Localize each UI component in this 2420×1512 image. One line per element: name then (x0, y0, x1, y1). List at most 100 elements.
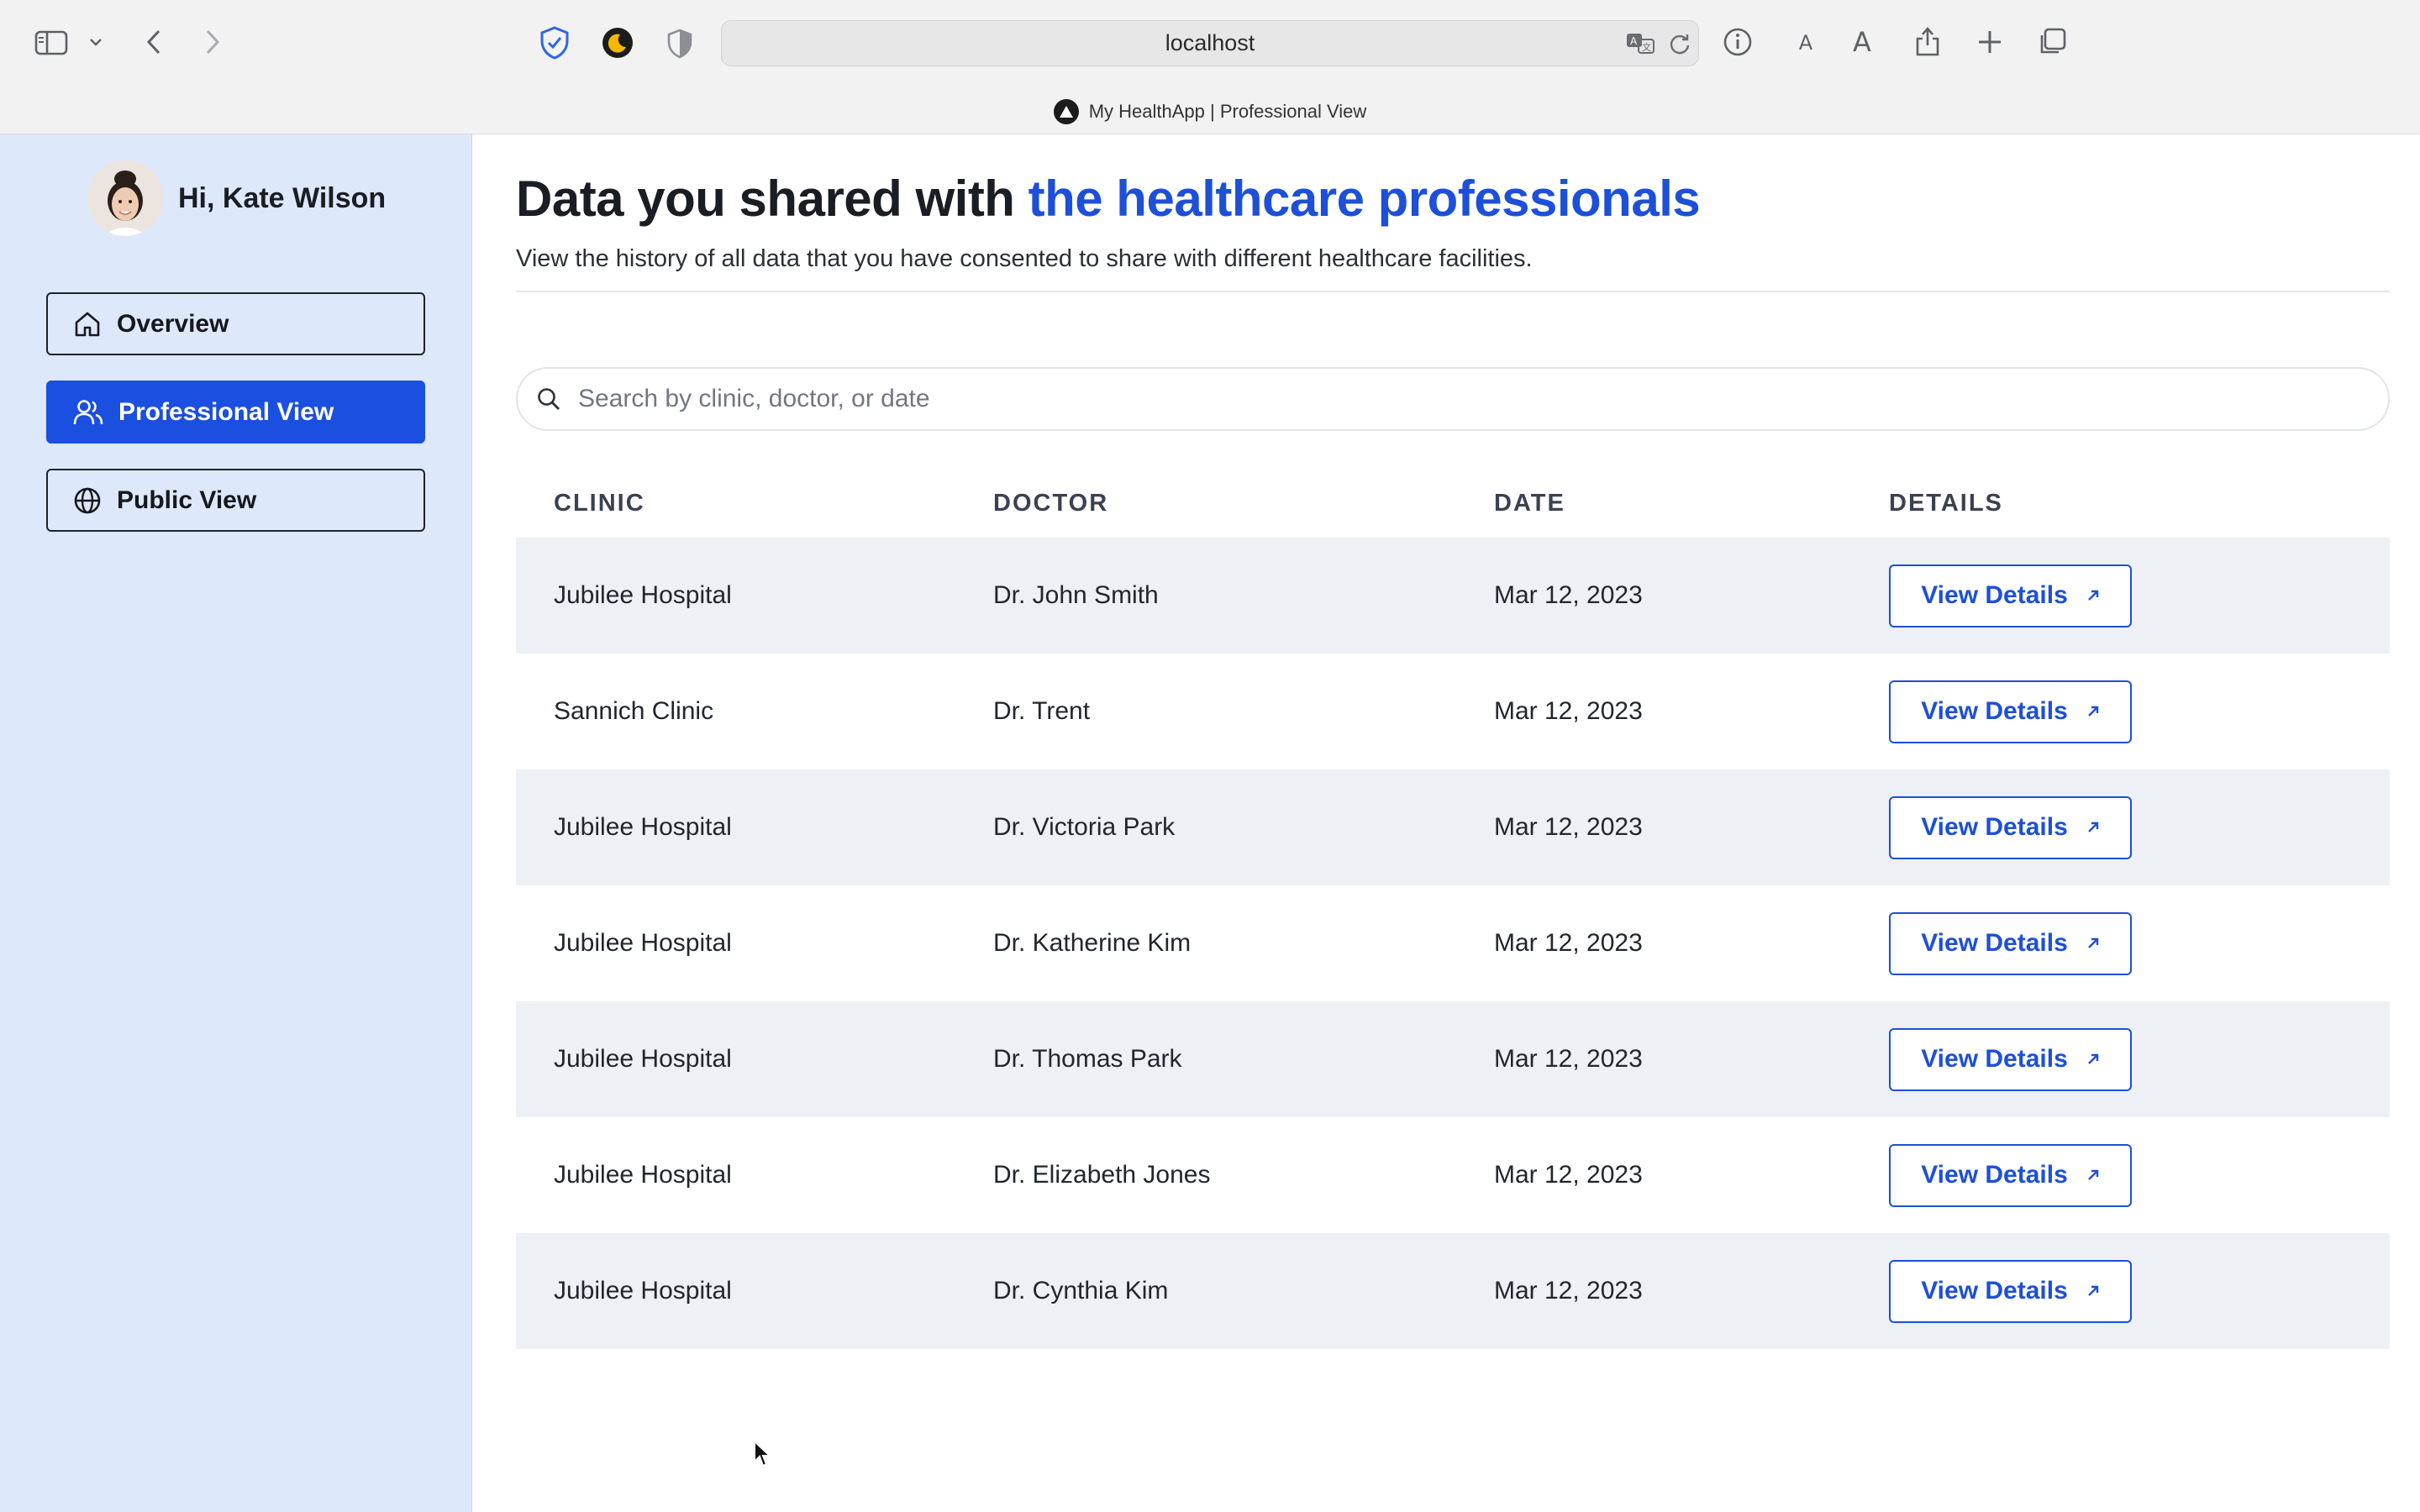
header-clinic[interactable]: CLINIC (516, 490, 955, 517)
dark-mode-icon[interactable] (601, 26, 634, 60)
search-icon (538, 388, 560, 410)
table-header: CLINIC DOCTOR DATE DETAILS (516, 469, 2390, 538)
page-title-accent: the healthcare professionals (1028, 171, 1701, 227)
cell-doctor: Dr. Victoria Park (993, 813, 1176, 841)
shared-data-table: CLINIC DOCTOR DATE DETAILS Jubilee Hospi… (516, 469, 2390, 1349)
app-logo-icon (1053, 99, 1079, 124)
search-bar[interactable] (516, 367, 2390, 431)
view-details-label: View Details (1921, 1277, 2068, 1305)
main-content: Data you shared with the healthcare prof… (472, 134, 2420, 1512)
forward-icon[interactable] (198, 25, 227, 59)
cell-details: View Details (1851, 1027, 2390, 1091)
tab-title: My HealthApp | Professional View (1088, 101, 1367, 122)
shield-check-icon[interactable] (538, 25, 571, 60)
cell-date: Mar 12, 2023 (1494, 697, 1643, 725)
cell-doctor: Dr. Cynthia Kim (993, 1277, 1169, 1305)
page-subtitle: View the history of all data that you ha… (516, 245, 1533, 272)
view-details-label: View Details (1921, 929, 2068, 957)
table-row: Jubilee Hospital Dr. Victoria Park Mar 1… (516, 769, 2390, 885)
arrow-up-right-icon (2087, 1285, 2098, 1296)
cell-details: View Details (1851, 795, 2390, 859)
cell-details: View Details (1851, 911, 2390, 975)
view-details-button[interactable]: View Details (1889, 911, 2132, 975)
cell-date: Mar 12, 2023 (1494, 929, 1643, 957)
cell-clinic: Sannich Clinic (554, 697, 714, 725)
page-title-plain: Data you shared with (516, 171, 1028, 227)
user-profile: Hi, Kate Wilson (87, 160, 386, 237)
view-details-button[interactable]: View Details (1889, 564, 2132, 627)
nav-overview-label: Overview (117, 309, 229, 338)
view-details-label: View Details (1921, 813, 2068, 841)
reload-icon[interactable] (1666, 29, 1693, 58)
cell-doctor: Dr. Elizabeth Jones (993, 1161, 1211, 1189)
cell-doctor: Dr. Katherine Kim (993, 929, 1192, 957)
mouse-cursor-icon (754, 1440, 771, 1467)
cell-doctor: Dr. Trent (993, 697, 1091, 725)
url-text[interactable]: localhost (722, 21, 1698, 66)
chevron-down-icon[interactable] (86, 32, 106, 52)
cell-date: Mar 12, 2023 (1494, 1277, 1643, 1305)
view-details-label: View Details (1921, 697, 2068, 725)
cell-doctor: Dr. John Smith (993, 581, 1159, 609)
greeting: Hi, Kate Wilson (178, 181, 387, 214)
users-icon (73, 399, 103, 424)
cell-date: Mar 12, 2023 (1494, 1161, 1643, 1189)
header-details: DETAILS (1889, 489, 2003, 517)
arrow-up-right-icon (2087, 1169, 2098, 1180)
header-doctor[interactable]: DOCTOR (955, 490, 1456, 517)
tab[interactable]: My HealthApp | Professional View (0, 97, 2420, 126)
cell-date: Mar 12, 2023 (1494, 813, 1643, 841)
info-icon[interactable] (1721, 25, 1754, 59)
avatar[interactable] (87, 160, 163, 236)
share-icon[interactable] (1911, 22, 1944, 59)
arrow-up-right-icon (2087, 1053, 2098, 1064)
address-bar[interactable]: localhost A文 (721, 20, 1699, 66)
view-details-label: View Details (1921, 1045, 2068, 1073)
new-tab-icon[interactable] (1973, 25, 2007, 59)
arrow-up-right-icon (2087, 706, 2098, 717)
view-details-button[interactable]: View Details (1889, 795, 2132, 859)
view-details-button[interactable]: View Details (1889, 1259, 2132, 1323)
cell-clinic: Jubilee Hospital (554, 1277, 732, 1305)
cell-details: View Details (1851, 680, 2390, 743)
arrow-up-right-icon (2087, 822, 2098, 832)
globe-icon (74, 487, 101, 513)
nav-professional-view-label: Professional View (118, 397, 334, 426)
view-details-button[interactable]: View Details (1889, 1143, 2132, 1207)
nav-overview[interactable]: Overview (46, 292, 425, 355)
text-smaller-icon[interactable]: A (1793, 29, 1818, 57)
cell-clinic: Jubilee Hospital (554, 581, 732, 609)
view-details-button[interactable]: View Details (1889, 1027, 2132, 1091)
table-row: Jubilee Hospital Dr. Cynthia Kim Mar 12,… (516, 1233, 2390, 1349)
nav-professional-view[interactable]: Professional View (46, 381, 425, 444)
cell-clinic: Jubilee Hospital (554, 1161, 732, 1189)
table-row: Jubilee Hospital Dr. Elizabeth Jones Mar… (516, 1117, 2390, 1233)
table-row: Jubilee Hospital Dr. Katherine Kim Mar 1… (516, 885, 2390, 1001)
browser-chrome: localhost A文 A A My HealthApp | Professi… (0, 0, 2420, 134)
view-details-label: View Details (1921, 1161, 2068, 1189)
cell-details: View Details (1851, 1259, 2390, 1323)
nav-public-view[interactable]: Public View (46, 469, 425, 532)
cell-date: Mar 12, 2023 (1494, 1045, 1643, 1073)
view-details-label: View Details (1921, 581, 2068, 609)
sidebar-toggle-icon[interactable] (32, 27, 71, 59)
svg-text:文: 文 (1642, 41, 1651, 53)
cell-clinic: Jubilee Hospital (554, 1045, 732, 1073)
back-icon[interactable] (139, 25, 168, 59)
table-row: Jubilee Hospital Dr. John Smith Mar 12, … (516, 538, 2390, 654)
cell-clinic: Jubilee Hospital (554, 929, 732, 957)
privacy-shield-icon[interactable] (664, 27, 696, 60)
cell-details: View Details (1851, 1143, 2390, 1207)
header-date[interactable]: DATE (1456, 490, 1851, 517)
nav-public-view-label: Public View (117, 486, 257, 514)
translate-icon[interactable]: A文 (1624, 29, 1658, 58)
text-larger-icon[interactable]: A (1847, 25, 1877, 59)
arrow-up-right-icon (2087, 590, 2098, 601)
table-row: Sannich Clinic Dr. Trent Mar 12, 2023 Vi… (516, 654, 2390, 769)
tab-overview-icon[interactable] (2035, 25, 2069, 59)
view-details-button[interactable]: View Details (1889, 680, 2132, 743)
search-input[interactable] (578, 385, 2343, 413)
page-title: Data you shared with the healthcare prof… (516, 170, 1701, 228)
table-row: Jubilee Hospital Dr. Thomas Park Mar 12,… (516, 1001, 2390, 1117)
svg-text:A: A (1630, 35, 1638, 47)
